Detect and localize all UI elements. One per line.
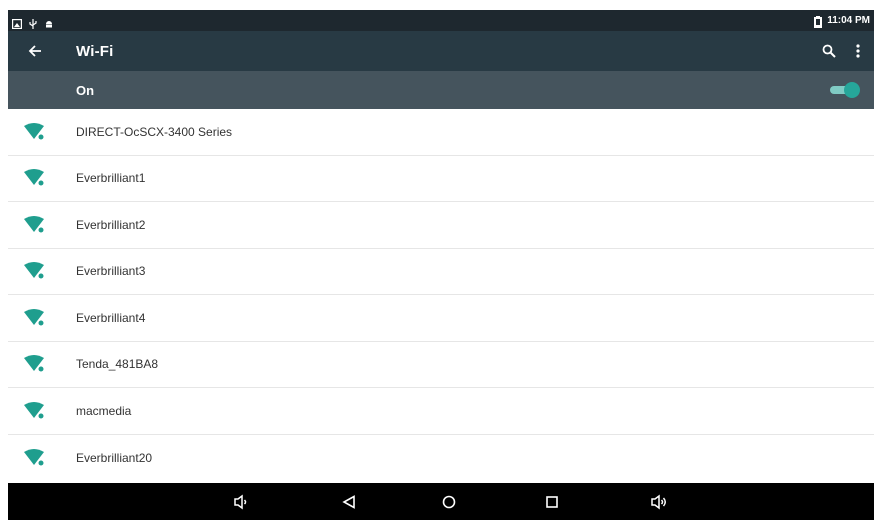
recents-square-icon <box>546 495 558 508</box>
wifi-signal-icon <box>22 308 46 328</box>
back-triangle-icon <box>342 494 355 509</box>
toggle-thumb <box>844 82 860 98</box>
network-ssid: Everbrilliant3 <box>76 264 146 279</box>
volume-down-icon <box>234 494 247 509</box>
network-ssid: Tenda_481BA8 <box>76 357 159 372</box>
network-ssid: macmedia <box>76 403 132 418</box>
nav-home-button[interactable] <box>429 483 469 520</box>
network-row[interactable]: DIRECT-OcSCX-3400 Series <box>8 109 874 156</box>
more-vert-icon <box>856 44 860 58</box>
network-row[interactable]: macmedia <box>8 388 874 435</box>
wifi-switch-bar[interactable]: On <box>8 71 874 109</box>
volume-up-button[interactable] <box>639 483 679 520</box>
arrow-back-icon <box>28 45 41 57</box>
usb-icon <box>28 16 38 29</box>
network-row[interactable]: Tenda_481BA8 <box>8 342 874 388</box>
network-row[interactable]: Everbrilliant4 <box>8 295 874 342</box>
network-list: DIRECT-OcSCX-3400 Series Everbrilliant1 … <box>8 109 874 481</box>
app-toolbar: Wi-Fi <box>8 31 874 71</box>
wifi-switch-label: On <box>76 82 95 98</box>
network-ssid: Everbrilliant20 <box>76 450 153 465</box>
search-button[interactable] <box>822 44 836 58</box>
android-debug-icon <box>44 16 54 27</box>
wifi-signal-icon <box>22 261 46 281</box>
wifi-signal-icon <box>22 122 46 142</box>
nav-recents-button[interactable] <box>532 483 572 520</box>
wifi-signal-icon <box>22 448 46 468</box>
wifi-toggle[interactable] <box>828 82 860 98</box>
network-ssid: Everbrilliant4 <box>76 310 146 325</box>
network-row[interactable]: Everbrilliant2 <box>8 202 874 249</box>
wifi-signal-icon <box>22 215 46 235</box>
status-bar: 11:04 PM <box>8 10 874 31</box>
navigation-bar <box>8 483 874 520</box>
page-title: Wi-Fi <box>76 42 114 60</box>
network-row[interactable]: Everbrilliant1 <box>8 156 874 202</box>
battery-icon <box>813 15 823 28</box>
back-button[interactable] <box>8 44 62 58</box>
volume-down-button[interactable] <box>221 483 261 520</box>
home-circle-icon <box>442 495 456 508</box>
volume-up-icon <box>651 494 666 509</box>
network-row[interactable]: Everbrilliant3 <box>8 249 874 295</box>
nav-back-button[interactable] <box>329 483 369 520</box>
status-time: 11:04 PM <box>827 15 870 26</box>
search-icon <box>822 44 836 58</box>
network-ssid: Everbrilliant1 <box>76 171 146 186</box>
network-ssid: DIRECT-OcSCX-3400 Series <box>76 124 233 139</box>
wifi-signal-icon <box>22 354 46 374</box>
overflow-menu-button[interactable] <box>856 44 860 58</box>
wifi-signal-icon <box>22 401 46 421</box>
wifi-signal-icon <box>22 168 46 188</box>
network-row[interactable]: Everbrilliant20 <box>8 435 874 482</box>
screenshot-icon <box>11 16 23 29</box>
network-ssid: Everbrilliant2 <box>76 217 146 232</box>
